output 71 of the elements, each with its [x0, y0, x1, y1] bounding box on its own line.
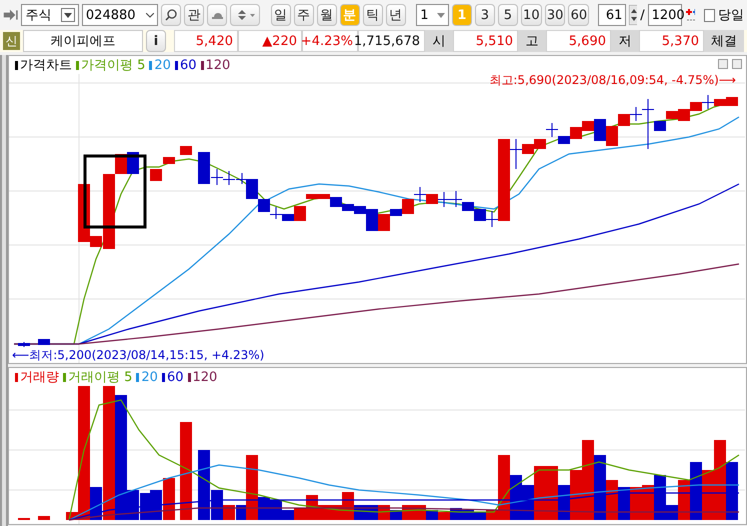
candlestick: [38, 338, 50, 346]
field-value: 5,690: [546, 30, 611, 52]
alarm-button[interactable]: [206, 4, 227, 26]
low-annotation: ⟵최저:5,200(2023/08/14,15:15, +4.23%): [12, 349, 264, 362]
period-tab[interactable]: 주: [294, 4, 314, 26]
volume-bar: [163, 478, 175, 520]
close-icon[interactable]: [732, 59, 742, 69]
search-button[interactable]: [160, 4, 181, 26]
candlestick: [18, 342, 30, 348]
legend-item: 20: [149, 58, 171, 72]
stock-name: 케이피에프: [23, 30, 143, 52]
minimize-icon[interactable]: [718, 59, 728, 69]
volume-bar: [642, 485, 654, 520]
legend-item: 60: [174, 58, 196, 72]
field-label: 저: [611, 30, 639, 52]
interval-button[interactable]: 3: [474, 4, 495, 26]
period-tab[interactable]: 틱: [362, 4, 383, 26]
volume-bar: [630, 487, 642, 520]
volume-bar: [726, 462, 738, 520]
candlestick: [534, 138, 546, 150]
caret-icon: [64, 12, 72, 18]
legend-item: 거래이평 5: [63, 368, 132, 386]
candlestick: [180, 146, 192, 156]
bar-count-field[interactable]: 61: [598, 4, 626, 26]
legend-item: 20: [136, 370, 158, 384]
candlestick: [474, 208, 486, 222]
same-day-checkbox[interactable]: [704, 8, 715, 22]
period-tab[interactable]: 년: [386, 4, 406, 26]
unit-select[interactable]: 1: [416, 4, 449, 26]
caret-icon: [436, 12, 445, 18]
period-tab[interactable]: 일: [270, 4, 291, 26]
field-value: 5,370: [639, 30, 704, 52]
field-label: 체결: [704, 30, 744, 52]
interval-button[interactable]: 60: [568, 4, 590, 26]
candlestick: [726, 96, 738, 106]
separator-text: /: [640, 8, 645, 22]
checkbox-label: 당일: [718, 7, 744, 24]
volume-bar: [618, 487, 630, 520]
credit-badge: 신: [3, 32, 20, 50]
spinner-icon[interactable]: [629, 5, 638, 25]
market-select[interactable]: 주식: [21, 4, 79, 26]
arrow-icon[interactable]: [3, 8, 18, 22]
interval-button[interactable]: 30: [544, 4, 566, 26]
interval-button[interactable]: 10: [520, 4, 542, 26]
info-button[interactable]: i: [146, 30, 166, 52]
legend-item: 가격이평 5: [76, 56, 146, 74]
code-field[interactable]: 024880: [82, 4, 158, 26]
price-value: 5,420: [174, 30, 238, 52]
total-field[interactable]: 1200: [648, 4, 682, 26]
field-value: 5,510: [453, 30, 518, 52]
chart-title: 가격차트: [15, 56, 72, 74]
period-tab[interactable]: 월: [316, 4, 337, 26]
watch-button[interactable]: 관: [184, 4, 204, 26]
change-value: ▲220: [238, 30, 302, 52]
updown-button[interactable]: [230, 4, 260, 26]
legend-item: 120: [188, 370, 218, 384]
chart-title: 거래량: [15, 368, 59, 386]
volume-bar: [150, 490, 162, 520]
volume-bar: [38, 516, 50, 520]
caret-icon: [146, 12, 154, 18]
field-label: 고: [518, 30, 546, 52]
search-icon: [164, 9, 177, 21]
candlestick: [150, 168, 162, 182]
high-annotation: 최고:5,690(2023/08/16,09:54, -4.75%)⟶: [489, 74, 736, 87]
field-label: 시: [425, 30, 453, 52]
candlestick: [163, 156, 175, 164]
indicator-icon[interactable]: [684, 7, 696, 23]
legend-item: 120: [200, 58, 230, 72]
legend-item: 60: [162, 370, 184, 384]
candlestick: [223, 170, 235, 186]
interval-button[interactable]: 5: [498, 4, 518, 26]
